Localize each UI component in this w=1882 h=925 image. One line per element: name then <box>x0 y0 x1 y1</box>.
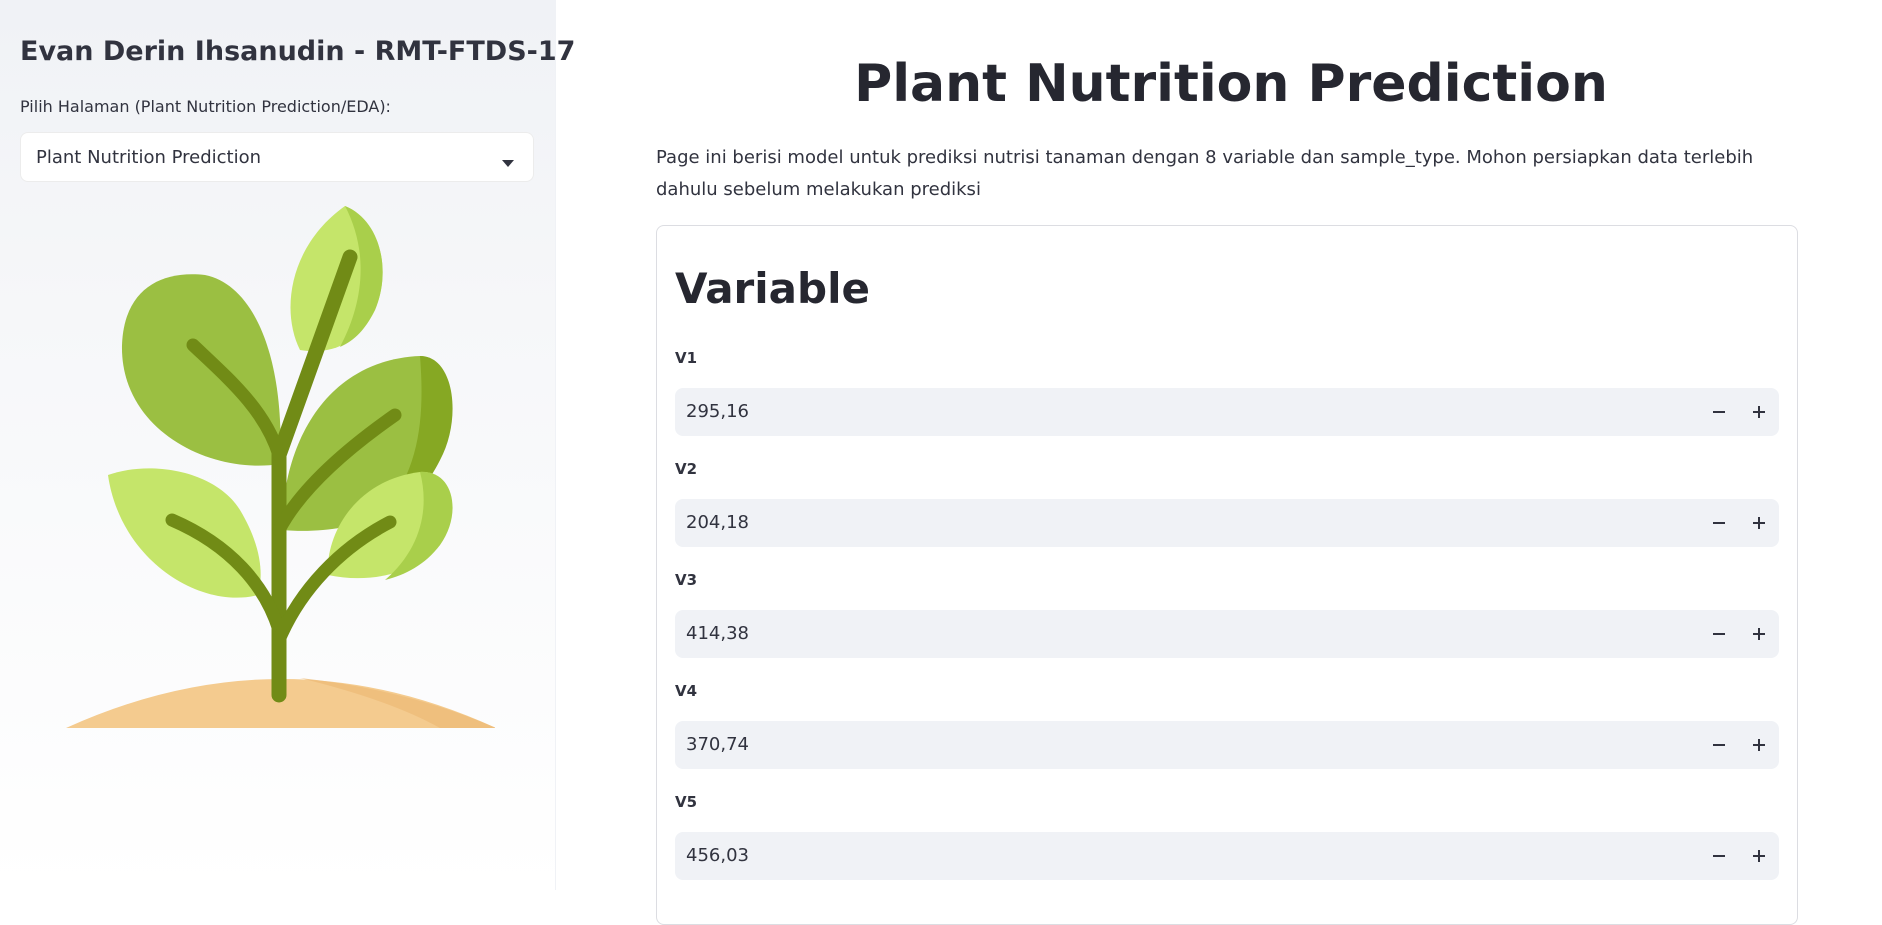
minus-icon <box>1713 411 1725 413</box>
minus-icon <box>1713 855 1725 857</box>
decrement-button[interactable] <box>1703 840 1735 872</box>
number-input-v4[interactable]: 370,74 <box>675 721 1779 769</box>
minus-icon <box>1713 633 1725 635</box>
increment-button[interactable] <box>1743 396 1775 428</box>
number-input-v3[interactable]: 414,38 <box>675 610 1779 658</box>
plus-icon <box>1753 850 1765 862</box>
number-input-v5[interactable]: 456,03 <box>675 832 1779 880</box>
decrement-button[interactable] <box>1703 729 1735 761</box>
sidebar: Evan Derin Ihsanudin - RMT-FTDS-17 Pilih… <box>0 0 575 890</box>
field-v1: V1 295,16 <box>675 348 1779 436</box>
minus-icon <box>1713 744 1725 746</box>
plus-icon <box>1753 739 1765 751</box>
plant-illustration <box>55 195 496 739</box>
plus-icon <box>1753 628 1765 640</box>
field-label: V5 <box>675 793 698 811</box>
plus-icon <box>1753 517 1765 529</box>
number-input-value[interactable]: 414,38 <box>686 623 749 644</box>
field-v3: V3 414,38 <box>675 570 1779 658</box>
page-select[interactable]: Plant Nutrition Prediction <box>20 132 534 182</box>
increment-button[interactable] <box>1743 729 1775 761</box>
page-description: Page ini berisi model untuk prediksi nut… <box>656 147 1754 200</box>
number-input-value[interactable]: 204,18 <box>686 512 749 533</box>
number-input-value[interactable]: 295,16 <box>686 401 749 422</box>
increment-button[interactable] <box>1743 840 1775 872</box>
decrement-button[interactable] <box>1703 396 1735 428</box>
field-v2: V2 204,18 <box>675 459 1779 547</box>
number-input-value[interactable]: 456,03 <box>686 845 749 866</box>
page-title: Plant Nutrition Prediction <box>854 54 1608 114</box>
chevron-down-icon <box>501 153 515 172</box>
field-label: V3 <box>675 571 698 589</box>
increment-button[interactable] <box>1743 618 1775 650</box>
field-v4: V4 370,74 <box>675 681 1779 769</box>
number-input-v2[interactable]: 204,18 <box>675 499 1779 547</box>
decrement-button[interactable] <box>1703 507 1735 539</box>
page-select-value: Plant Nutrition Prediction <box>36 147 262 168</box>
number-input-v1[interactable]: 295,16 <box>675 388 1779 436</box>
form-title: Variable <box>675 264 870 313</box>
decrement-button[interactable] <box>1703 618 1735 650</box>
page-select-label: Pilih Halaman (Plant Nutrition Predictio… <box>20 97 391 116</box>
minus-icon <box>1713 522 1725 524</box>
plus-icon <box>1753 406 1765 418</box>
variable-form: Variable V1 295,16 V2 204,18 V3 414,38 V… <box>656 225 1798 925</box>
sidebar-title: Evan Derin Ihsanudin - RMT-FTDS-17 <box>20 36 576 67</box>
field-v5: V5 456,03 <box>675 792 1779 880</box>
field-label: V2 <box>675 460 698 478</box>
number-input-value[interactable]: 370,74 <box>686 734 749 755</box>
increment-button[interactable] <box>1743 507 1775 539</box>
field-label: V1 <box>675 349 698 367</box>
field-label: V4 <box>675 682 698 700</box>
